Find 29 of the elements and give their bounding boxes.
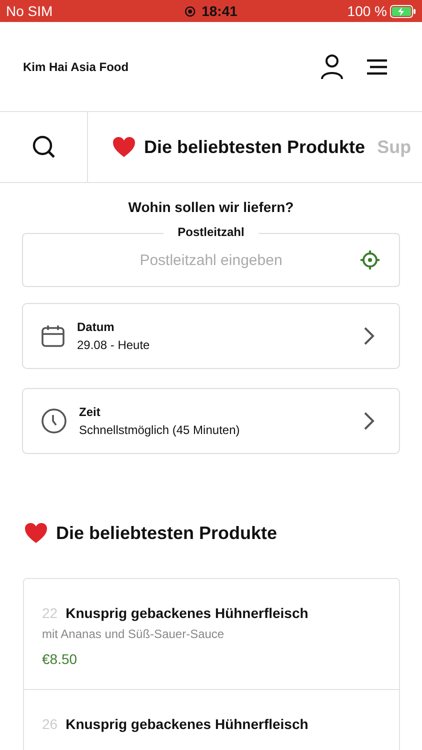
user-icon[interactable] [320,54,344,80]
option-card[interactable]: Zeit Schnellstmöglich (45 Minuten) [22,388,400,454]
category-tab[interactable]: Die beliebtesten Produkte [112,136,366,158]
menu-icon[interactable] [366,58,388,74]
product-description: mit Ananas und Süß-Sauer-Sauce [42,627,226,641]
clock-text: 18:41 [202,3,238,19]
section-title: Die beliebtesten Produkte [56,522,278,544]
record-icon [184,6,196,16]
app-title: Kim Hai Asia Food [23,60,129,74]
chevron-right-icon [363,326,375,346]
battery-icon [390,4,416,18]
clock-icon [41,408,67,434]
option-value: Schnellstmöglich (45 Minuten) [79,423,241,437]
battery-text: 100 % [347,3,387,19]
product-name: Knusprig gebackenes Hühnerfleisch [66,605,308,621]
carrier-text: No SIM [6,3,53,19]
product-price: €8.50 [42,651,78,667]
option-card[interactable]: Datum 29.08 - Heute [22,303,400,369]
search-icon[interactable] [32,135,56,159]
product-name: Knusprig gebackenes Hühnerfleisch [66,716,308,732]
option-value: 29.08 - Heute [77,338,151,352]
calendar-icon [41,324,65,348]
option-title: Datum [77,320,116,334]
chevron-right-icon [363,411,375,431]
locate-icon[interactable] [360,250,380,270]
heart-icon [24,522,48,544]
delivery-heading: Wohin sollen wir liefern? [127,199,295,215]
option-title: Zeit [79,405,102,419]
postcode-label: Postleitzahl [164,225,258,239]
